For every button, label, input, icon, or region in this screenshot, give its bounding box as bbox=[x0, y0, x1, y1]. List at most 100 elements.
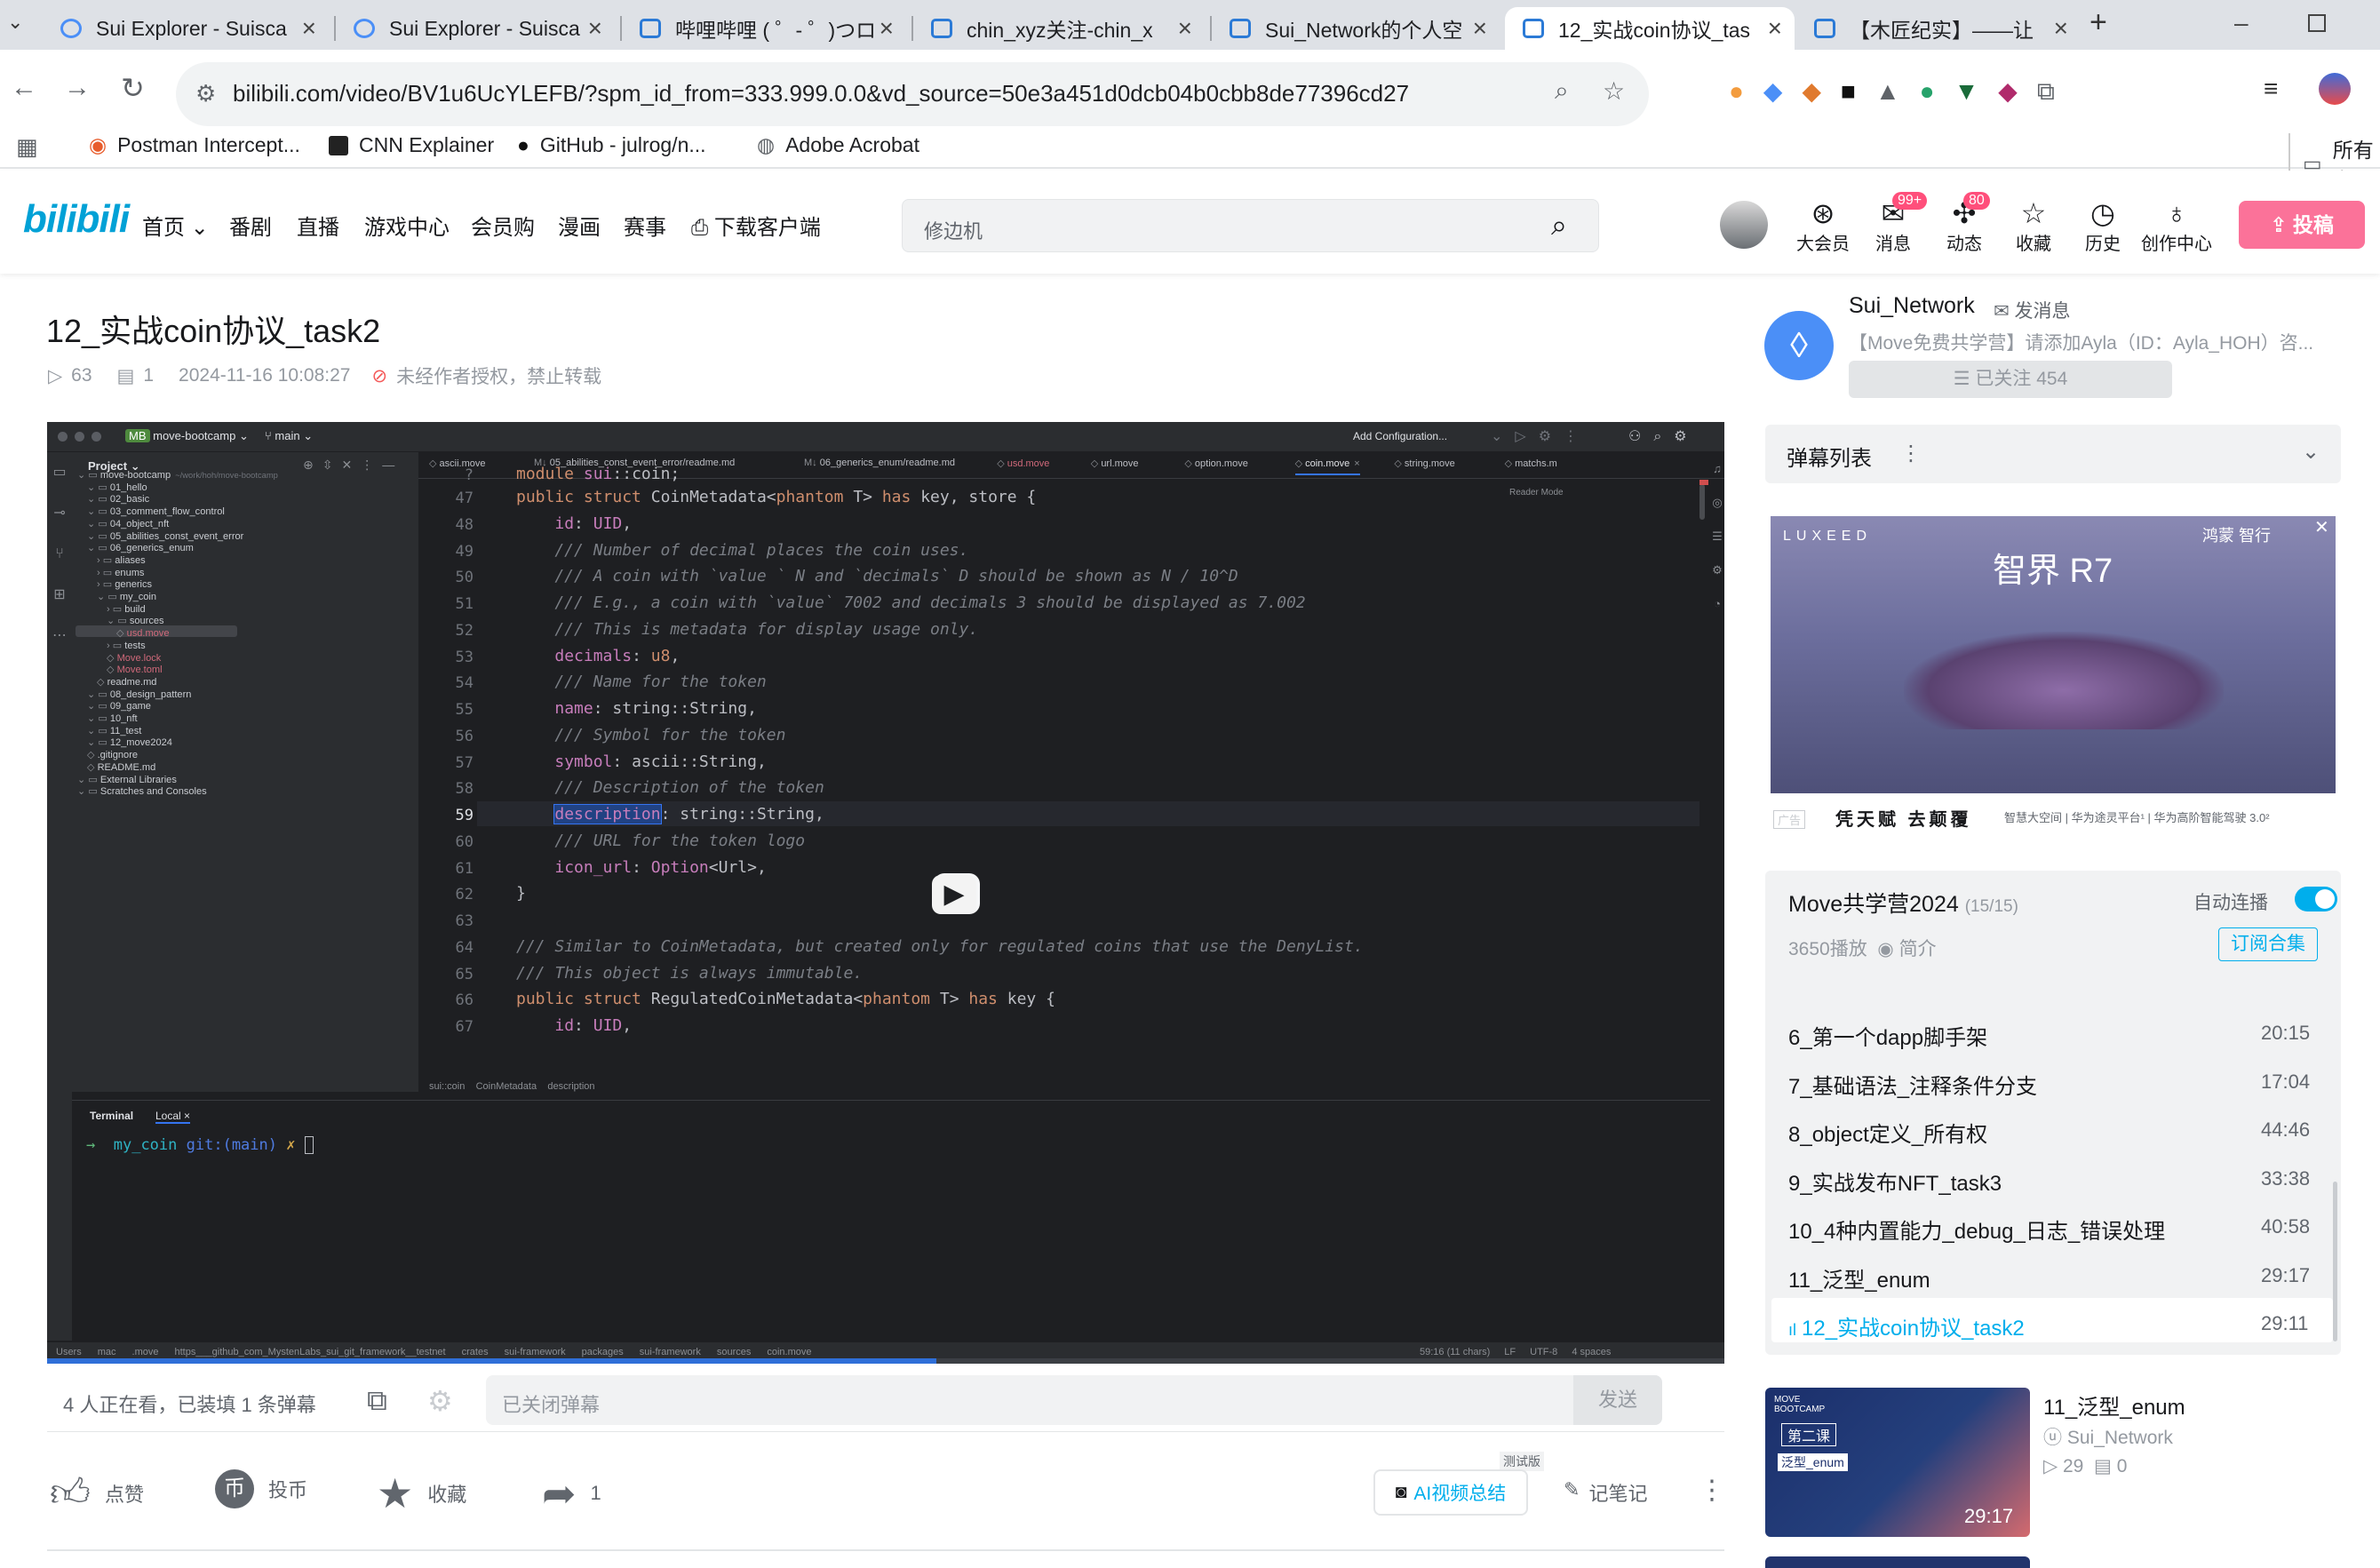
status-path-segment[interactable]: .move bbox=[132, 1347, 159, 1357]
status-path-segment[interactable]: packages bbox=[582, 1347, 624, 1357]
editor-tab[interactable]: ◇ option.move bbox=[1184, 458, 1247, 469]
extension-icon[interactable]: ■ bbox=[1841, 77, 1875, 105]
ad-banner[interactable]: LUXEED 鸿蒙 智行 ✕ 智界 R7 bbox=[1771, 516, 2336, 793]
danmaku-input[interactable]: 已关闭弹幕 发送 bbox=[486, 1375, 1662, 1425]
bookmark-item[interactable]: ● GitHub - julrog/n... bbox=[517, 133, 706, 157]
reload-button[interactable]: ↻ bbox=[121, 71, 145, 105]
minimize-button[interactable]: – bbox=[2234, 9, 2249, 37]
tree-item[interactable]: ⌄ ▭ 10_nft bbox=[87, 712, 138, 725]
tree-item[interactable]: ⌄ ▭ 08_design_pattern bbox=[87, 688, 191, 701]
status-item[interactable]: UTF-8 bbox=[1530, 1347, 1557, 1357]
tree-item[interactable]: ⌄ ▭ 05_abilities_const_event_error bbox=[87, 530, 243, 543]
editor-tab[interactable]: ◇ coin.move × bbox=[1294, 458, 1360, 475]
danmaku-settings-icon[interactable]: ⚙ bbox=[427, 1384, 453, 1418]
site-info-icon[interactable]: ⚙ bbox=[195, 80, 216, 107]
tab-search-icon[interactable]: ⌄ bbox=[7, 11, 23, 34]
browser-tab[interactable]: Sui Explorer - Suisca × bbox=[43, 7, 329, 50]
extension-icon[interactable]: ◆ bbox=[1998, 77, 2037, 105]
browser-tab[interactable]: Sui Explorer - Suisca × bbox=[336, 7, 615, 50]
up-name[interactable]: Sui_Network bbox=[1849, 293, 1975, 319]
tree-item[interactable]: ⌄ ▭ 03_comment_flow_control bbox=[87, 505, 225, 518]
nav-shop[interactable]: 会员购 bbox=[471, 210, 535, 241]
maximize-button[interactable] bbox=[2308, 14, 2326, 32]
tree-item[interactable]: ⌄ ▭ my_coin bbox=[97, 591, 156, 603]
tree-item[interactable]: › ▭ enums bbox=[97, 567, 144, 579]
browser-tab[interactable]: chin_xyz关注-chin_x × bbox=[913, 7, 1205, 50]
share-button[interactable]: ➦ 1 bbox=[542, 1469, 601, 1517]
search-box[interactable]: 修边机 ⌕ bbox=[902, 199, 1599, 252]
close-icon[interactable]: × bbox=[302, 14, 316, 43]
terminal-local-tab[interactable]: Local × bbox=[155, 1110, 191, 1124]
bilibili-play-badge-icon[interactable]: ▶ bbox=[932, 875, 976, 914]
terminal-tab[interactable]: Terminal bbox=[90, 1110, 133, 1122]
new-tab-button[interactable]: + bbox=[2089, 5, 2107, 40]
tree-item[interactable]: ◇ .gitignore bbox=[87, 749, 138, 761]
status-path-segment[interactable]: sui-framework bbox=[640, 1347, 701, 1357]
tree-item[interactable]: › ▭ tests bbox=[107, 640, 146, 652]
apps-grid-icon[interactable]: ▦ bbox=[16, 133, 38, 161]
tree-item[interactable]: ⌄ ▭ 06_generics_enum bbox=[87, 542, 194, 554]
tree-item[interactable]: › ▭ aliases bbox=[97, 554, 146, 567]
status-path-segment[interactable]: sui-framework bbox=[505, 1347, 566, 1357]
recommend-title[interactable]: 11_泛型_enum bbox=[2043, 1389, 2185, 1421]
autoplay-toggle[interactable] bbox=[2295, 887, 2337, 911]
video-progress-bar[interactable] bbox=[47, 1358, 1724, 1364]
search-input[interactable]: 修边机 bbox=[924, 216, 983, 244]
search-icon[interactable]: ⌕ bbox=[1551, 209, 1567, 243]
editor-tab[interactable]: ◇ matchs.m bbox=[1505, 458, 1557, 469]
nav-anime[interactable]: 番剧 bbox=[229, 210, 272, 241]
bookmark-item[interactable]: ◉ Postman Intercept... bbox=[89, 133, 300, 157]
recommend-author[interactable]: ⓤ Sui_Network bbox=[2043, 1423, 2173, 1450]
back-button[interactable]: ← bbox=[11, 73, 37, 103]
status-item[interactable]: 59:16 (11 chars) bbox=[1420, 1347, 1490, 1357]
status-path-segment[interactable]: sources bbox=[717, 1347, 752, 1357]
playlist-item[interactable]: 6_第一个dapp脚手架 bbox=[1788, 1020, 1987, 1051]
status-path-segment[interactable]: crates bbox=[462, 1347, 489, 1357]
terminal-prompt[interactable]: → my_coin git:(main) ✗ bbox=[86, 1136, 314, 1154]
bookmark-item[interactable]: CNN Explainer bbox=[329, 133, 494, 157]
intro-link[interactable]: 简介 bbox=[1899, 939, 1937, 959]
tree-item[interactable]: › ▭ generics bbox=[97, 578, 152, 591]
creator-center-button[interactable]: ♁ 创作中心 bbox=[2141, 197, 2212, 255]
playlist-item[interactable]: 7_基础语法_注释条件分支 bbox=[1788, 1069, 2037, 1100]
browser-tab-active[interactable]: 12_实战coin协议_tas × bbox=[1505, 7, 1795, 50]
reader-mode[interactable]: Reader Mode bbox=[1509, 488, 1564, 497]
tree-item[interactable]: ⌄ ▭ 04_object_nft bbox=[87, 518, 169, 530]
nav-home[interactable]: 首页 ⌄ bbox=[142, 210, 209, 241]
chevron-down-icon[interactable]: ⌄ bbox=[2302, 439, 2320, 465]
extensions-puzzle-icon[interactable]: ⧉ bbox=[2037, 77, 2074, 105]
status-path-segment[interactable]: mac bbox=[98, 1347, 116, 1357]
coin-button[interactable]: 币投币 bbox=[215, 1469, 307, 1508]
url-text[interactable]: bilibili.com/video/BV1u6UcYLEFB/?spm_id_… bbox=[233, 80, 1409, 107]
nav-live[interactable]: 直播 bbox=[297, 210, 339, 241]
extension-icon[interactable]: ● bbox=[1729, 77, 1763, 105]
close-icon[interactable]: × bbox=[1768, 14, 1782, 43]
browser-tab[interactable]: 哔哩哔哩 ( ゜- ゜)つロ × bbox=[622, 7, 906, 50]
tree-item[interactable]: ⌄ ▭ 09_game bbox=[87, 700, 151, 712]
follow-button[interactable]: ☰ 已关注 454 bbox=[1849, 361, 2172, 398]
tree-item[interactable]: › ▭ build bbox=[107, 603, 146, 616]
media-icon[interactable]: ≡ bbox=[2264, 75, 2278, 103]
danmaku-list-panel[interactable]: 弹幕列表 ⋮ ⌄ bbox=[1765, 425, 2341, 483]
favorite-button[interactable]: ★ 收藏 bbox=[377, 1469, 466, 1517]
tree-item[interactable]: ◇ README.md bbox=[87, 761, 155, 774]
browser-tab[interactable]: 【木匠纪实】——让 × bbox=[1796, 7, 2081, 50]
extension-icon[interactable]: ◆ bbox=[1802, 77, 1841, 105]
editor-tab[interactable]: ◇ string.move bbox=[1394, 458, 1454, 469]
playlist-scrollbar[interactable] bbox=[2333, 1182, 2337, 1341]
browser-tab[interactable]: Sui_Network的个人空 × bbox=[1212, 7, 1500, 50]
tree-item[interactable]: ⌄ ▭ 12_move2024 bbox=[87, 736, 172, 749]
nav-match[interactable]: 赛事 bbox=[624, 210, 666, 241]
editor-tab[interactable]: ◇ usd.move bbox=[997, 458, 1049, 469]
tree-item[interactable]: ◇ readme.md bbox=[97, 676, 156, 688]
user-avatar[interactable] bbox=[1720, 201, 1768, 249]
playlist-item[interactable]: ıl 12_实战coin协议_task2 bbox=[1788, 1310, 2025, 1341]
bookmark-item[interactable]: ◍ Adobe Acrobat bbox=[757, 133, 919, 157]
ad-close-icon[interactable]: ✕ bbox=[2314, 516, 2329, 538]
recommend-next-thumbnail[interactable] bbox=[1765, 1556, 2030, 1568]
tree-item[interactable]: ◇ Move.toml bbox=[107, 664, 163, 676]
forward-button[interactable]: → bbox=[64, 73, 91, 103]
ai-summary-button[interactable]: ◙ AI视频总结 bbox=[1373, 1469, 1528, 1516]
bilibili-logo[interactable]: bilibili bbox=[23, 197, 130, 242]
up-avatar[interactable]: ◊ bbox=[1764, 311, 1834, 380]
